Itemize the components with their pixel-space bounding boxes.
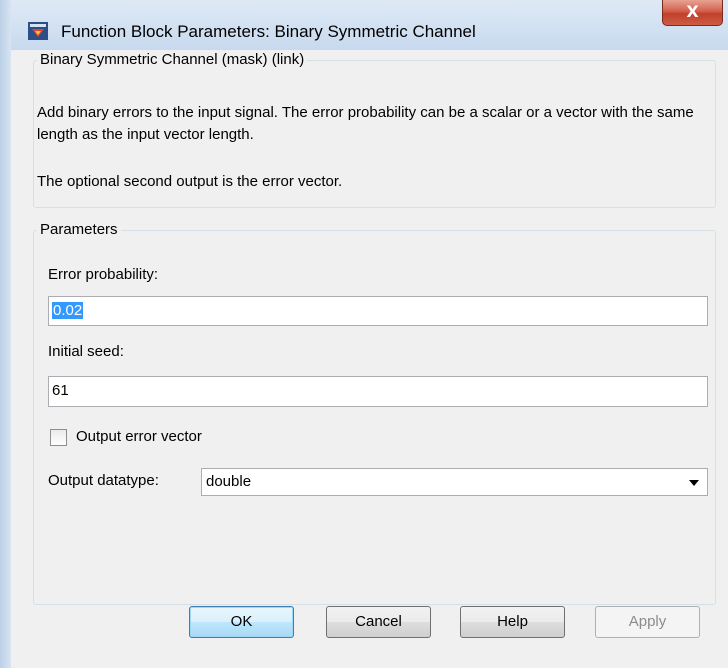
output-error-vector-checkbox[interactable] [50, 429, 67, 446]
simulink-app-icon [28, 22, 48, 40]
error-probability-input[interactable]: 0.02 [48, 296, 708, 326]
description-second-output: The optional second output is the error … [37, 173, 343, 190]
output-datatype-value: double [206, 473, 252, 490]
error-probability-value: 0.02 [52, 302, 84, 319]
cancel-button[interactable]: Cancel [326, 606, 431, 638]
initial-seed-input[interactable]: 61 [48, 376, 708, 407]
output-datatype-label: Output datatype: [48, 472, 159, 489]
dialog-body: Binary Symmetric Channel (mask) (link) A… [11, 50, 728, 668]
output-datatype-select[interactable]: double [201, 468, 708, 496]
help-button[interactable]: Help [460, 606, 565, 638]
close-button[interactable]: X [662, 0, 723, 26]
description-text: Add binary errors to the input signal. T… [37, 104, 694, 143]
chevron-down-icon [689, 480, 699, 486]
output-error-vector-label[interactable]: Output error vector [76, 428, 202, 445]
apply-button[interactable]: Apply [595, 606, 700, 638]
parameters-legend: Parameters [37, 221, 121, 238]
title-bar[interactable]: Function Block Parameters: Binary Symmet… [11, 0, 728, 50]
initial-seed-label: Initial seed: [48, 343, 124, 360]
error-probability-label: Error probability: [48, 266, 159, 283]
ok-button[interactable]: OK [189, 606, 294, 638]
close-icon: X [686, 2, 699, 21]
window-title: Function Block Parameters: Binary Symmet… [61, 22, 476, 41]
parameters-group [33, 230, 716, 605]
initial-seed-value: 61 [52, 382, 69, 399]
description-legend: Binary Symmetric Channel (mask) (link) [37, 51, 308, 68]
